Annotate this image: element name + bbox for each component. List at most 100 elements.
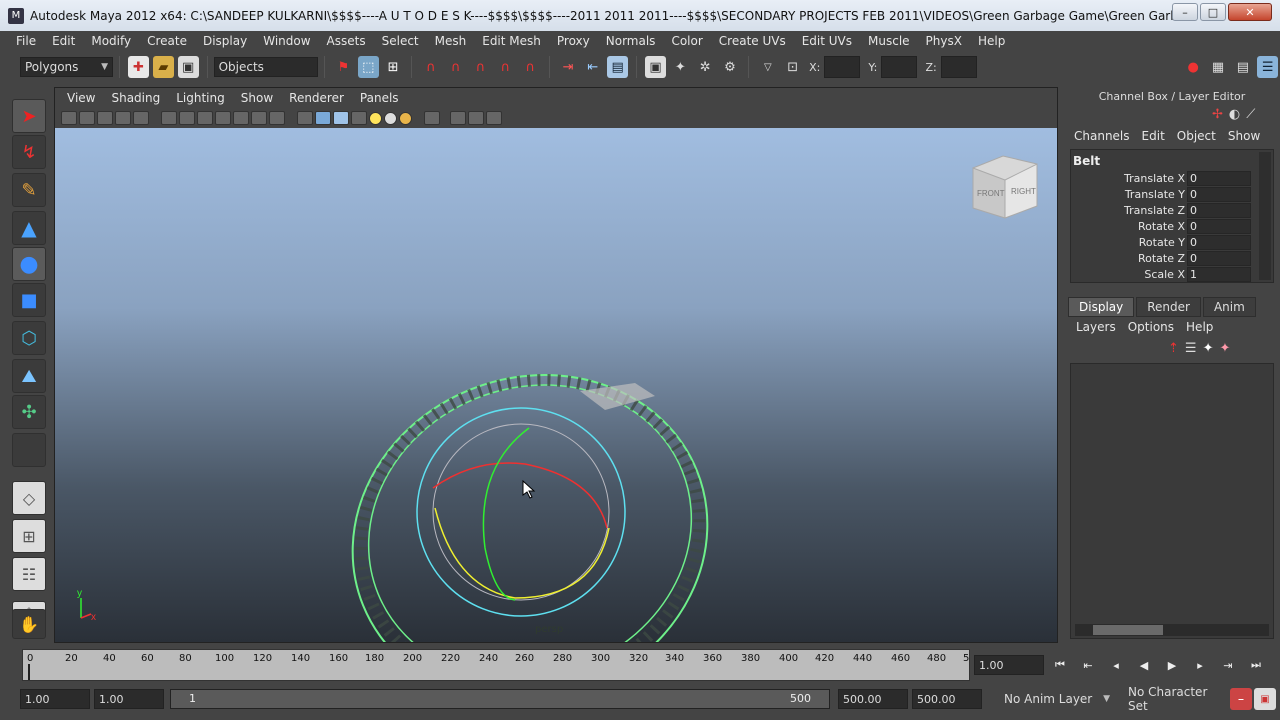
time-slider-track[interactable]: 0 20 40 60 80 100 120 140 160 180 200 22…: [22, 649, 970, 681]
snap-to-curve-icon[interactable]: ∩: [445, 56, 466, 78]
menu-normals[interactable]: Normals: [598, 31, 664, 51]
image-plane-icon[interactable]: [97, 111, 113, 125]
transform-input-icon[interactable]: ⊡: [782, 56, 803, 78]
select-by-object-icon[interactable]: ⬚: [357, 56, 379, 78]
menu-edit-uvs[interactable]: Edit UVs: [794, 31, 860, 51]
channel-row[interactable]: Rotate Z 0: [1071, 250, 1251, 266]
channel-row[interactable]: Translate Y 0: [1071, 186, 1251, 202]
edit-menu[interactable]: Edit: [1136, 129, 1171, 143]
resolution-gate-icon[interactable]: [197, 111, 213, 125]
help-menu[interactable]: Help: [1180, 320, 1219, 334]
menu-assets[interactable]: Assets: [319, 31, 374, 51]
rotate-manipulator-z-ring[interactable]: [434, 507, 610, 599]
selection-mode-dropdown[interactable]: Objects: [213, 57, 318, 77]
selected-object-name[interactable]: Belt: [1073, 154, 1100, 168]
attribute-editor-icon[interactable]: ▦: [1208, 56, 1229, 78]
render-settings-icon[interactable]: ⚙: [720, 56, 741, 78]
layers-menu[interactable]: Layers: [1070, 320, 1122, 334]
play-forwards-button[interactable]: ▶: [1160, 655, 1184, 675]
grease-pencil-icon[interactable]: [133, 111, 149, 125]
bookmark-icon[interactable]: [79, 111, 95, 125]
z-coordinate-field[interactable]: [940, 56, 977, 78]
menu-file[interactable]: File: [8, 31, 44, 51]
move-tool-icon[interactable]: ✢: [1212, 107, 1223, 122]
film-gate-icon[interactable]: [179, 111, 195, 125]
select-by-hierarchy-icon[interactable]: ⚑: [333, 56, 354, 78]
viewport-menu-panels[interactable]: Panels: [352, 91, 407, 105]
output-history-icon[interactable]: ⇤: [582, 56, 603, 78]
snap-to-point-icon[interactable]: ∩: [470, 56, 491, 78]
menu-help[interactable]: Help: [970, 31, 1013, 51]
object-menu[interactable]: Object: [1171, 129, 1222, 143]
select-tool-button[interactable]: ➤: [12, 99, 46, 133]
input-history-icon[interactable]: ⇥: [558, 56, 579, 78]
default-lighting-icon[interactable]: [369, 111, 382, 125]
menu-mesh[interactable]: Mesh: [427, 31, 475, 51]
safe-action-icon[interactable]: [251, 111, 267, 125]
menu-color[interactable]: Color: [663, 31, 710, 51]
single-perspective-layout-button[interactable]: ◇: [12, 481, 46, 515]
viewport-menu-renderer[interactable]: Renderer: [281, 91, 352, 105]
rotate-manipulator-y-ring[interactable]: [482, 427, 530, 601]
layer-stack-icon[interactable]: ☰: [1185, 341, 1197, 356]
field-chart-icon[interactable]: [233, 111, 249, 125]
viewport-menu-lighting[interactable]: Lighting: [168, 91, 233, 105]
all-lights-icon[interactable]: [384, 111, 397, 125]
menu-create[interactable]: Create: [139, 31, 195, 51]
xray-icon[interactable]: [450, 111, 466, 125]
snap-to-view-plane-icon[interactable]: ∩: [495, 56, 516, 78]
menu-modify[interactable]: Modify: [83, 31, 139, 51]
rotate-manipulator-x-ring[interactable]: [432, 462, 608, 529]
go-to-end-button[interactable]: ⏭: [1244, 655, 1268, 675]
channel-box-scrollbar[interactable]: [1259, 152, 1271, 280]
scale-tool-button[interactable]: ■: [12, 283, 46, 317]
menu-edit[interactable]: Edit: [44, 31, 83, 51]
layer-list-scrollbar[interactable]: [1075, 624, 1269, 636]
x-coordinate-field[interactable]: [824, 56, 861, 78]
render-frame-icon[interactable]: ✦: [670, 56, 691, 78]
render-view-icon[interactable]: ▣: [645, 56, 666, 78]
current-time-marker[interactable]: [28, 664, 30, 680]
menu-proxy[interactable]: Proxy: [549, 31, 598, 51]
current-frame-field[interactable]: 1.00: [974, 655, 1044, 675]
channel-value-field[interactable]: 0: [1187, 234, 1251, 250]
tab-render[interactable]: Render: [1136, 297, 1201, 317]
menu-window[interactable]: Window: [255, 31, 318, 51]
new-scene-icon[interactable]: ✚: [128, 56, 149, 78]
menu-edit-mesh[interactable]: Edit Mesh: [474, 31, 549, 51]
textured-icon[interactable]: [351, 111, 367, 125]
character-set-dropdown[interactable]: No Character Set: [1124, 685, 1228, 713]
snap-to-grid-icon[interactable]: ∩: [420, 56, 441, 78]
go-to-start-button[interactable]: ⏮: [1048, 655, 1072, 675]
show-menu[interactable]: Show: [1222, 129, 1266, 143]
rotate-manipulator-view-ring[interactable]: [416, 407, 626, 617]
animation-preferences-icon[interactable]: ▣: [1254, 688, 1276, 710]
menu-muscle[interactable]: Muscle: [860, 31, 918, 51]
channel-box-icon[interactable]: ☰: [1257, 56, 1279, 78]
channels-menu[interactable]: Channels: [1068, 129, 1136, 143]
camera-attributes-icon[interactable]: [61, 111, 77, 125]
wireframe-icon[interactable]: [297, 111, 313, 125]
save-scene-icon[interactable]: ▣: [177, 56, 199, 78]
quick-layout-button[interactable]: ✋: [12, 609, 46, 639]
rotate-manipulator-free-ring[interactable]: [432, 423, 610, 601]
playback-start-time-field[interactable]: 1.00: [94, 689, 164, 709]
construction-history-icon[interactable]: ▤: [607, 56, 629, 78]
smooth-shade-icon[interactable]: [315, 111, 331, 125]
rotate-tool-button[interactable]: ●: [12, 247, 46, 281]
shadows-icon[interactable]: [399, 111, 412, 125]
xray-joints-icon[interactable]: [468, 111, 484, 125]
half-circle-icon[interactable]: ◐: [1229, 107, 1240, 122]
universal-manipulator-button[interactable]: ⬡: [12, 321, 46, 355]
channel-value-field[interactable]: 0: [1187, 202, 1251, 218]
pin-icon[interactable]: ⟋: [1246, 107, 1255, 122]
safe-title-icon[interactable]: [269, 111, 285, 125]
play-backwards-button[interactable]: ◀: [1132, 655, 1156, 675]
channel-value-field[interactable]: 0: [1187, 218, 1251, 234]
channel-value-field[interactable]: 1: [1187, 266, 1251, 282]
xray-components-icon[interactable]: [486, 111, 502, 125]
four-view-layout-button[interactable]: ⊞: [12, 519, 46, 553]
show-manipulator-button[interactable]: ✣: [12, 395, 46, 429]
tab-display[interactable]: Display: [1068, 297, 1135, 317]
step-forward-key-button[interactable]: ▸: [1188, 655, 1212, 675]
